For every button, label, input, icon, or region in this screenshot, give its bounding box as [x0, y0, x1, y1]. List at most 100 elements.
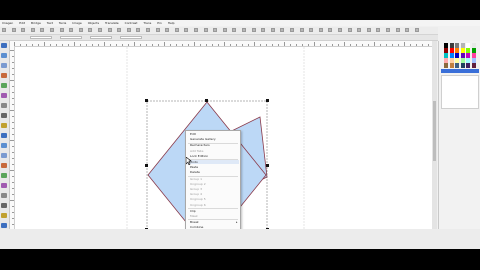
rect-tool[interactable]	[1, 73, 7, 78]
eraser-tool[interactable]	[1, 193, 7, 198]
toolbar-button[interactable]	[50, 28, 54, 32]
context-menu-item-break[interactable]: Break	[190, 220, 199, 224]
x-field[interactable]	[30, 36, 52, 39]
menu-item-tecla[interactable]: Tecla	[59, 21, 67, 25]
context-menu-item-paste[interactable]: Paste	[190, 165, 198, 169]
toolbar-button[interactable]	[59, 28, 64, 32]
scale-handle-right[interactable]	[266, 164, 269, 167]
toolbar-button[interactable]	[318, 28, 323, 32]
menu-item-objects[interactable]: Objects	[88, 21, 99, 25]
toolbar-button[interactable]	[414, 28, 419, 32]
toolbar-button[interactable]	[194, 28, 198, 32]
tweak-tool[interactable]	[1, 213, 7, 218]
width-field[interactable]	[90, 36, 112, 39]
scale-handle-top-left[interactable]	[145, 99, 148, 102]
context-menu-item-recharacters[interactable]: Recharacters	[190, 143, 210, 147]
scale-handle-top-right[interactable]	[266, 99, 269, 102]
menu-item-contrast[interactable]: Contrast	[125, 21, 138, 25]
toolbar-button[interactable]	[357, 28, 362, 32]
menu-item-text[interactable]: Text	[47, 21, 53, 25]
height-field[interactable]	[120, 36, 142, 39]
toolbar-button[interactable]	[146, 28, 150, 32]
toolbar-button[interactable]	[242, 28, 246, 32]
toolbar-button[interactable]	[40, 28, 45, 32]
toolbar-button[interactable]	[366, 28, 371, 32]
toolbar-button[interactable]	[98, 28, 102, 32]
context-menu-item-clip[interactable]: Clip	[190, 209, 196, 213]
node-tool[interactable]	[1, 53, 7, 58]
toolbar-button[interactable]	[338, 28, 342, 32]
select-tool[interactable]	[1, 43, 7, 48]
scrollbar-thumb[interactable]	[433, 101, 436, 161]
y-field[interactable]	[60, 36, 82, 39]
toolbar-button[interactable]	[203, 28, 208, 32]
toolbar-button[interactable]	[376, 28, 381, 32]
toolbar-button[interactable]	[299, 28, 304, 32]
toolbar-button[interactable]	[21, 28, 26, 32]
toolbar-button[interactable]	[405, 28, 410, 32]
menu-item-translate[interactable]: Translate	[105, 21, 119, 25]
menu-item-help[interactable]: Help	[168, 21, 175, 25]
toolbar-button[interactable]	[30, 28, 35, 32]
toolbar-button[interactable]	[11, 28, 16, 32]
context-menu-item-delete[interactable]: Delete	[190, 170, 200, 174]
toolbar-button[interactable]	[155, 28, 160, 32]
toolbar-button[interactable]	[261, 28, 266, 32]
color-swatch[interactable]	[449, 63, 454, 68]
toolbar-button[interactable]	[107, 28, 112, 32]
menu-item-image[interactable]: Image	[72, 21, 81, 25]
menu-item-trans[interactable]: Trans	[143, 21, 151, 25]
star-tool[interactable]	[1, 93, 7, 98]
dropper-tool[interactable]	[1, 163, 7, 168]
toolbar-button[interactable]	[232, 28, 237, 32]
measure-tool[interactable]	[1, 223, 7, 228]
menu-item-pin[interactable]: Pin	[157, 21, 161, 25]
swatches-list-box[interactable]	[441, 75, 479, 109]
pencil-tool[interactable]	[1, 113, 7, 118]
toolbar-button[interactable]	[165, 28, 170, 32]
toolbar-button[interactable]	[222, 28, 227, 32]
color-swatch[interactable]	[471, 63, 476, 68]
toolbar-button[interactable]	[78, 28, 83, 32]
color-swatch[interactable]	[466, 63, 470, 68]
toolbar-button[interactable]	[117, 28, 122, 32]
zoom-tool[interactable]	[1, 63, 7, 68]
toolbar-button[interactable]	[309, 28, 314, 32]
color-swatch[interactable]	[460, 63, 465, 68]
scale-handle-left[interactable]	[145, 164, 148, 167]
calligraphy-tool[interactable]	[1, 133, 7, 138]
context-menu-item-generate-gallery[interactable]: Generate Gallery	[190, 137, 216, 141]
bucket-tool[interactable]	[1, 203, 7, 208]
toolbar-button[interactable]	[184, 28, 189, 32]
text-tool[interactable]	[1, 143, 7, 148]
color-swatch[interactable]	[444, 63, 448, 68]
palette-selection-bar[interactable]	[441, 69, 479, 73]
toolbar-button[interactable]	[251, 28, 256, 32]
ellipse-tool[interactable]	[1, 83, 7, 88]
toolbar-button[interactable]	[2, 28, 6, 32]
toolbar-button[interactable]	[270, 28, 275, 32]
context-menu-item-edit[interactable]: Edit	[190, 132, 196, 136]
toolbar-button[interactable]	[213, 28, 218, 32]
toolbar-button[interactable]	[290, 28, 294, 32]
menu-item-edit[interactable]: Edit	[19, 21, 25, 25]
pen-tool[interactable]	[1, 123, 7, 128]
toolbar-button[interactable]	[88, 28, 93, 32]
toolbar-button[interactable]	[395, 28, 400, 32]
toolbar-button[interactable]	[174, 28, 179, 32]
toolbar-button[interactable]	[136, 28, 141, 32]
gradient-tool[interactable]	[1, 153, 7, 158]
toolbar-button[interactable]	[126, 28, 131, 32]
toolbar-button[interactable]	[386, 28, 390, 32]
menu-item-bridge[interactable]: Bridge	[31, 21, 41, 25]
toolbar-button[interactable]	[328, 28, 333, 32]
spray-tool[interactable]	[1, 183, 7, 188]
spiral-tool[interactable]	[1, 103, 7, 108]
scale-handle-top[interactable]	[205, 99, 208, 102]
vertical-scrollbar[interactable]	[432, 41, 437, 249]
context-menu-item-undo[interactable]: Undo	[187, 160, 239, 164]
connector-tool[interactable]	[1, 173, 7, 178]
toolbar-button[interactable]	[69, 28, 74, 32]
menu-item-imagen[interactable]: Imagen	[2, 21, 13, 25]
toolbar-button[interactable]	[280, 28, 285, 32]
